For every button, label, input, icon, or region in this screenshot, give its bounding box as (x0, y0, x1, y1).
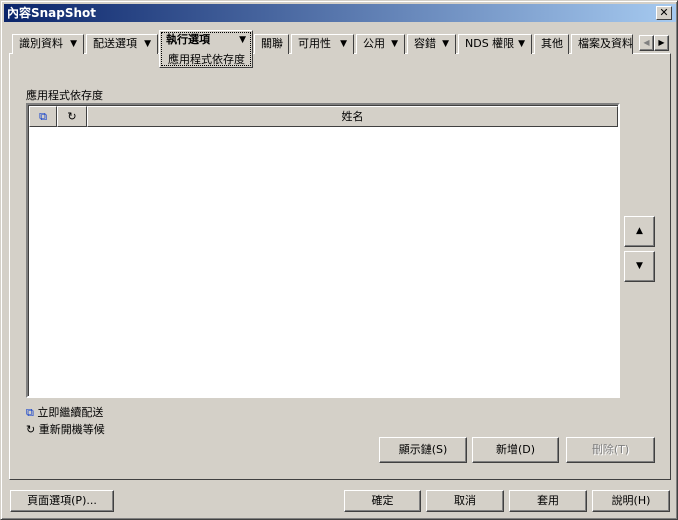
reboot-wait-icon: ↻ (67, 110, 77, 123)
dropdown-arrow-icon: ▼ (239, 35, 246, 45)
tab-run-options[interactable]: 執行選項 ▼ 應用程式依存度 (159, 30, 253, 68)
tab-availability[interactable]: 可用性 ▼ (291, 34, 354, 54)
legend-label: 立即繼續配送 (37, 406, 104, 419)
help-button[interactable]: 說明(H) (592, 490, 670, 512)
tab-label: 關聯 (261, 37, 283, 50)
window-title: 內容SnapShot (7, 6, 97, 20)
delete-button[interactable]: 刪除(T) (566, 437, 655, 463)
tab-label: 識別資料 (19, 37, 63, 50)
dropdown-arrow-icon: ▼ (144, 39, 151, 49)
tab-distribution-options[interactable]: 配送選項 ▼ (86, 34, 158, 54)
page-options-button[interactable]: 頁面選項(P)... (10, 490, 114, 512)
column-header-name[interactable]: 姓名 (87, 106, 618, 127)
tab-label: 可用性 (298, 37, 331, 50)
cancel-button[interactable]: 取消 (426, 490, 504, 512)
legend-label: 重新開機等候 (38, 423, 105, 436)
tab-label: 其他 (541, 37, 563, 50)
legend-item: ⧉ 立即繼續配送 (26, 404, 103, 420)
chain-continue-icon: ⧉ (26, 406, 34, 419)
dropdown-arrow-icon: ▼ (391, 39, 398, 49)
dialog-window: 內容SnapShot ✕ 識別資料 ▼ 配送選項 ▼ 執行選項 ▼ 應用程式依存度 關聯… (0, 0, 678, 520)
show-chain-button[interactable]: 顯示鏈(S) (379, 437, 467, 463)
tab-label: 執行選項 (166, 33, 210, 46)
dependency-table[interactable]: ⧉ ↻ 姓名 (26, 103, 620, 398)
tab-scroll-right-button[interactable]: ▶ (654, 35, 669, 51)
add-button[interactable]: 新增(D) (472, 437, 559, 463)
tab-nds-rights[interactable]: NDS 權限 ▼ (458, 34, 532, 54)
ok-button[interactable]: 確定 (344, 490, 421, 512)
tab-subpage-label[interactable]: 應用程式依存度 (168, 51, 245, 69)
tab-associations[interactable]: 關聯 (254, 34, 289, 54)
column-header-continue[interactable]: ⧉ (29, 106, 57, 127)
dropdown-arrow-icon: ▼ (518, 39, 525, 49)
reboot-wait-icon: ↻ (26, 423, 36, 436)
tab-other[interactable]: 其他 (534, 34, 569, 54)
tab-common[interactable]: 公用 ▼ (356, 34, 405, 54)
tab-label: 容錯 (414, 37, 436, 50)
tab-files-and-data[interactable]: 檔案及資料 (571, 34, 633, 54)
tab-label: 檔案及資料 (578, 37, 633, 50)
apply-button[interactable]: 套用 (509, 490, 587, 512)
section-label: 應用程式依存度 (26, 89, 103, 102)
arrow-up-icon: ▲ (636, 226, 643, 236)
tab-scroll-left-button[interactable]: ◀ (639, 35, 654, 51)
tab-label: 公用 (363, 37, 385, 50)
title-bar: 內容SnapShot (4, 4, 676, 22)
move-down-button[interactable]: ▼ (624, 251, 655, 282)
column-header-reboot[interactable]: ↻ (57, 106, 87, 127)
dropdown-arrow-icon: ▼ (340, 39, 347, 49)
dropdown-arrow-icon: ▼ (70, 39, 77, 49)
move-up-button[interactable]: ▲ (624, 216, 655, 247)
legend-item: ↻ 重新開機等候 (26, 421, 105, 437)
dropdown-arrow-icon: ▼ (442, 39, 449, 49)
arrow-down-icon: ▼ (636, 261, 643, 271)
tab-fault-tolerance[interactable]: 容錯 ▼ (407, 34, 456, 54)
chain-continue-icon: ⧉ (39, 110, 47, 123)
close-button[interactable]: ✕ (656, 6, 672, 20)
tab-label: 配送選項 (93, 37, 137, 50)
tab-identification[interactable]: 識別資料 ▼ (12, 34, 84, 54)
tab-label: NDS 權限 (465, 37, 515, 50)
